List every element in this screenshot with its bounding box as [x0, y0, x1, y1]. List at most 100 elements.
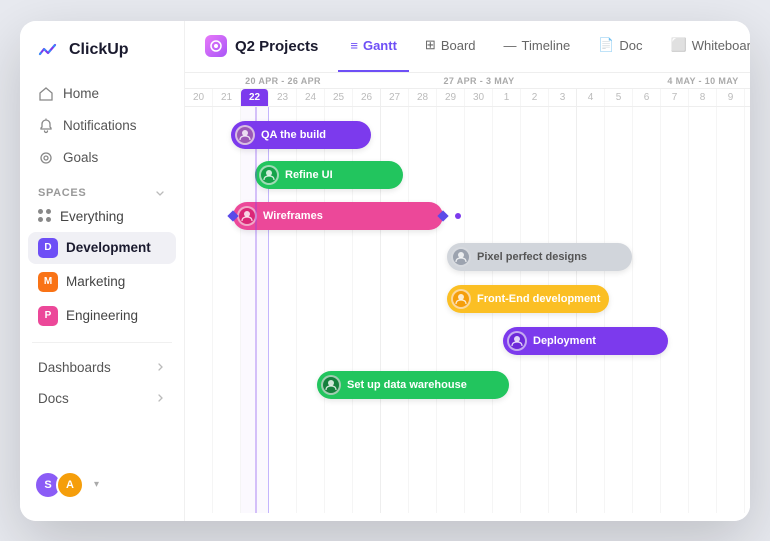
timeline-icon: — — [504, 38, 517, 53]
task-refine-label: Refine UI — [285, 169, 333, 181]
main-header: Q2 Projects ≡ Gantt ⊞ Board — Timeline 📄… — [185, 21, 750, 73]
task-avatar-frontend — [451, 289, 471, 309]
chevron-down-icon — [154, 187, 166, 199]
task-frontend-label: Front-End development — [477, 293, 600, 305]
gantt-chart: 20 APR - 26 APR 20 21 22 23 24 25 26 — [185, 73, 750, 521]
divider-1 — [32, 342, 172, 343]
task-wireframes-label: Wireframes — [263, 210, 323, 222]
main-nav: Home Notifications Goals — [20, 79, 184, 173]
tab-doc[interactable]: 📄 Doc — [586, 21, 654, 72]
date-range-3: 4 MAY - 10 MAY — [577, 73, 750, 89]
day-10: 10 — [745, 89, 750, 106]
day-8: 8 — [689, 89, 717, 106]
home-icon — [38, 86, 54, 102]
gantt-body: QA the build Refine UI — [185, 107, 750, 513]
spaces-list: Everything D Development M Marketing P E… — [20, 203, 184, 332]
gantt-container: 20 APR - 26 APR 20 21 22 23 24 25 26 — [185, 73, 750, 521]
task-frontend[interactable]: Front-End development — [447, 285, 609, 313]
sidebar-item-dashboards[interactable]: Dashboards — [28, 353, 176, 382]
main-content: Q2 Projects ≡ Gantt ⊞ Board — Timeline 📄… — [185, 21, 750, 521]
app-window: ClickUp Home Notifications Goals — [20, 21, 750, 521]
day-22-today: 22 — [241, 89, 269, 106]
date-group-1: 20 APR - 26 APR 20 21 22 23 24 25 26 — [185, 73, 381, 106]
days-group-2: 27 28 29 30 1 2 3 — [381, 89, 577, 106]
date-group-2: 27 APR - 3 MAY 27 28 29 30 1 2 3 — [381, 73, 577, 106]
task-deployment[interactable]: Deployment — [503, 327, 668, 355]
day-4: 4 — [577, 89, 605, 106]
space-item-everything[interactable]: Everything — [28, 203, 176, 230]
days-group-3: 4 5 6 7 8 9 10 11 12 — [577, 89, 750, 106]
day-24: 24 — [297, 89, 325, 106]
sidebar: ClickUp Home Notifications Goals — [20, 21, 185, 521]
day-7: 7 — [661, 89, 689, 106]
user-avatars: S A — [34, 471, 84, 499]
tab-timeline[interactable]: — Timeline — [492, 21, 583, 72]
task-qa-label: QA the build — [261, 129, 326, 141]
task-avatar-qa — [235, 125, 255, 145]
task-qa-build[interactable]: QA the build — [231, 121, 371, 149]
tab-whiteboard[interactable]: ⬜ Whiteboard — [659, 21, 751, 72]
day-28: 28 — [409, 89, 437, 106]
task-warehouse-label: Set up data warehouse — [347, 379, 467, 391]
board-icon: ⊞ — [425, 37, 436, 53]
day-3: 3 — [549, 89, 577, 106]
sidebar-item-goals[interactable]: Goals — [28, 143, 176, 173]
sidebar-footer[interactable]: S A ▾ — [20, 461, 184, 509]
project-title-group: Q2 Projects — [205, 35, 318, 57]
project-icon — [205, 35, 227, 57]
space-badge-engineering: P — [38, 306, 58, 326]
connector-dot — [455, 213, 461, 219]
app-name: ClickUp — [69, 41, 129, 59]
date-range-2: 27 APR - 3 MAY — [381, 73, 577, 89]
task-wireframes-wrapper: Wireframes — [229, 202, 461, 230]
day-29: 29 — [437, 89, 465, 106]
task-avatar-pixel — [451, 247, 471, 267]
spaces-label: Spaces — [20, 173, 184, 203]
avatar-chevron: ▾ — [94, 479, 99, 490]
gantt-header: 20 APR - 26 APR 20 21 22 23 24 25 26 — [185, 73, 750, 107]
avatar-user2: A — [56, 471, 84, 499]
chevron-right-icon-2 — [154, 392, 166, 404]
bottom-nav: Dashboards Docs — [20, 353, 184, 413]
task-pixel-label: Pixel perfect designs — [477, 251, 587, 263]
task-refine-ui[interactable]: Refine UI — [255, 161, 403, 189]
task-avatar-refine — [259, 165, 279, 185]
day-23: 23 — [269, 89, 297, 106]
sidebar-item-docs[interactable]: Docs — [28, 384, 176, 413]
day-2: 2 — [521, 89, 549, 106]
task-pixel-designs[interactable]: Pixel perfect designs — [447, 243, 632, 271]
task-avatar-warehouse — [321, 375, 341, 395]
sidebar-item-home[interactable]: Home — [28, 79, 176, 109]
gantt-icon: ≡ — [350, 38, 358, 53]
day-1: 1 — [493, 89, 521, 106]
task-deployment-label: Deployment — [533, 335, 596, 347]
space-item-engineering[interactable]: P Engineering — [28, 300, 176, 332]
space-badge-marketing: M — [38, 272, 58, 292]
space-item-marketing[interactable]: M Marketing — [28, 266, 176, 298]
target-icon — [38, 150, 54, 166]
day-21: 21 — [213, 89, 241, 106]
bell-icon — [38, 118, 54, 134]
day-6: 6 — [633, 89, 661, 106]
whiteboard-icon: ⬜ — [671, 37, 687, 53]
days-group-1: 20 21 22 23 24 25 26 — [185, 89, 381, 106]
space-item-development[interactable]: D Development — [28, 232, 176, 264]
sidebar-item-notifications[interactable]: Notifications — [28, 111, 176, 141]
task-wireframes[interactable]: Wireframes — [233, 202, 443, 230]
date-group-3: 4 MAY - 10 MAY 4 5 6 7 8 9 10 11 12 — [577, 73, 750, 106]
tab-board[interactable]: ⊞ Board — [413, 21, 488, 72]
dots-grid-icon — [38, 209, 52, 223]
project-title: Q2 Projects — [235, 38, 318, 55]
tab-gantt[interactable]: ≡ Gantt — [338, 21, 409, 72]
day-20: 20 — [185, 89, 213, 106]
day-5: 5 — [605, 89, 633, 106]
task-avatar-deployment — [507, 331, 527, 351]
clickup-logo-icon — [36, 37, 62, 63]
chevron-right-icon — [154, 361, 166, 373]
today-line — [255, 107, 257, 513]
day-30: 30 — [465, 89, 493, 106]
task-warehouse[interactable]: Set up data warehouse — [317, 371, 509, 399]
space-badge-development: D — [38, 238, 58, 258]
doc-icon: 📄 — [598, 37, 614, 53]
task-avatar-wireframes — [237, 206, 257, 226]
